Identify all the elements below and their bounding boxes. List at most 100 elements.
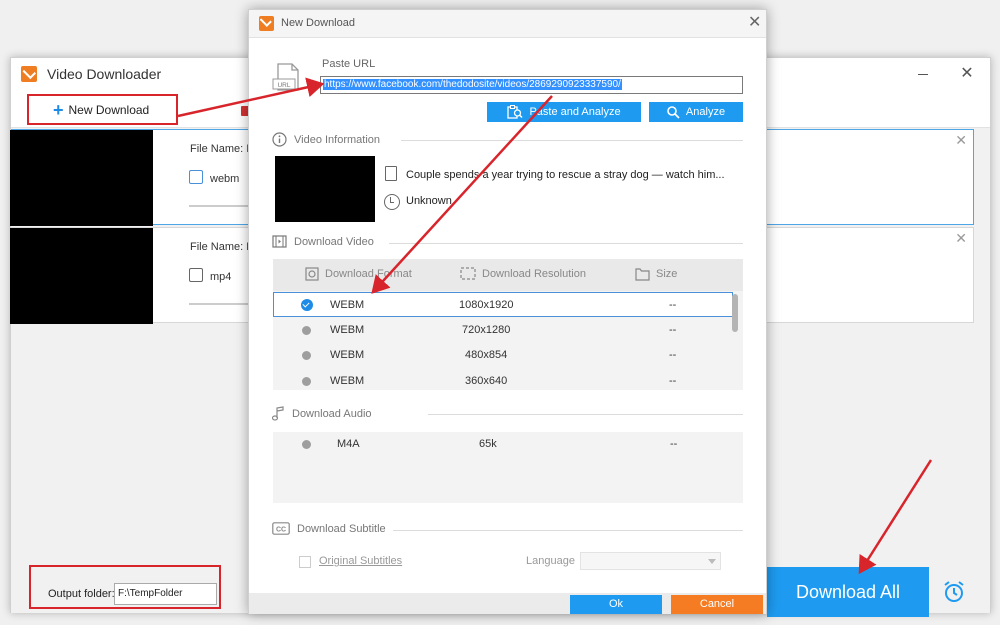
video-title: Couple spends a year trying to rescue a …	[406, 169, 725, 181]
app-close-button[interactable]: ✕	[959, 66, 975, 82]
table-header: Download Format Download Resolution Size	[273, 259, 743, 291]
new-download-dialog: New Download ✕ URL Paste URL https://www…	[248, 9, 767, 614]
section-divider	[428, 414, 743, 415]
audio-format-table: M4A 65k --	[273, 432, 743, 503]
file-name: File Name: H	[190, 241, 255, 253]
video-format-row[interactable]: WEBM 1080x1920 --	[273, 292, 733, 317]
remove-item-close-icon[interactable]: ✕	[955, 132, 967, 149]
language-label: Language	[526, 555, 575, 567]
clock-icon	[384, 194, 400, 210]
video-table-scrollbar[interactable]	[731, 294, 739, 389]
app-title: Video Downloader	[47, 66, 162, 82]
row-resolution: 720x1280	[462, 324, 511, 336]
radio-checked-icon[interactable]	[301, 299, 313, 311]
video-format-row[interactable]: WEBM 480x854 --	[273, 343, 733, 368]
row-size: --	[669, 299, 677, 311]
file-name: File Name: If	[190, 143, 253, 155]
video-duration: Unknown	[406, 195, 452, 207]
video-information-label: Video Information	[294, 133, 381, 146]
dialog-title-bar: New Download ✕	[249, 10, 766, 38]
cancel-button[interactable]: Cancel	[671, 595, 763, 614]
item-format: webm	[210, 173, 240, 185]
section-divider	[389, 243, 743, 244]
app-logo-icon	[21, 66, 37, 82]
url-icon-text: URL	[277, 82, 290, 89]
download-subtitle-header: CC Download Subtitle	[272, 522, 386, 535]
analyze-label: Analyze	[685, 106, 726, 118]
annotation-box-output-folder	[29, 565, 221, 609]
download-audio-label: Download Audio	[292, 407, 372, 420]
download-audio-header: Download Audio	[272, 406, 372, 421]
radio-icon[interactable]	[302, 377, 311, 386]
dialog-footer: Ok Cancel	[249, 593, 766, 614]
row-size: --	[670, 438, 678, 450]
title-document-icon	[385, 166, 397, 181]
remove-item-close-icon[interactable]: ✕	[955, 230, 967, 247]
search-icon	[667, 105, 680, 119]
row-resolution: 360x640	[465, 375, 508, 387]
download-video-label: Download Video	[294, 235, 374, 248]
row-resolution: 1080x1920	[459, 299, 514, 311]
row-format: WEBM	[330, 375, 365, 387]
paste-and-analyze-button[interactable]: Paste and Analyze	[487, 102, 641, 122]
row-size: --	[669, 349, 677, 361]
format-icon	[305, 267, 319, 281]
original-subtitles-checkbox[interactable]	[299, 556, 311, 568]
video-format-row[interactable]: WEBM 720x1280 --	[273, 318, 733, 343]
paste-and-analyze-label: Paste and Analyze	[529, 106, 621, 118]
minimize-button[interactable]	[915, 66, 931, 82]
radio-icon[interactable]	[302, 351, 311, 360]
progress-bar	[189, 205, 249, 207]
video-format-table: Download Format Download Resolution Size…	[273, 259, 743, 390]
dialog-title: New Download	[281, 17, 355, 29]
clipboard-search-icon	[507, 105, 523, 119]
row-size: --	[669, 324, 677, 336]
row-format: M4A	[337, 438, 360, 450]
scrollbar-thumb[interactable]	[732, 294, 738, 332]
ok-button[interactable]: Ok	[570, 595, 662, 614]
analyze-button[interactable]: Analyze	[649, 102, 743, 122]
row-size: --	[669, 375, 677, 387]
column-header-label: Size	[656, 268, 678, 280]
alarm-clock-icon[interactable]	[941, 579, 967, 605]
url-value: https://www.facebook.com/thedodosite/vid…	[323, 79, 622, 90]
section-divider	[401, 140, 743, 141]
video-format-row[interactable]: WEBM 360x640 --	[273, 369, 733, 394]
paste-url-label: Paste URL	[322, 58, 376, 70]
info-icon	[272, 132, 287, 147]
download-subtitle-label: Download Subtitle	[297, 522, 386, 535]
row-bitrate: 65k	[479, 438, 497, 450]
original-subtitles-label[interactable]: Original Subtitles	[319, 555, 402, 567]
film-icon	[272, 235, 287, 248]
video-thumbnail	[10, 228, 153, 324]
file-size-icon	[635, 268, 650, 281]
radio-icon[interactable]	[302, 326, 311, 335]
radio-icon[interactable]	[302, 440, 311, 449]
resolution-icon	[460, 267, 476, 280]
language-select[interactable]	[580, 552, 721, 570]
url-input[interactable]: https://www.facebook.com/thedodosite/vid…	[320, 76, 743, 94]
cc-icon-text: CC	[276, 527, 286, 534]
row-format: WEBM	[330, 299, 365, 311]
video-thumbnail	[10, 130, 153, 226]
download-all-button[interactable]: Download All	[767, 567, 929, 617]
download-video-header: Download Video	[272, 235, 374, 248]
progress-bar	[189, 303, 249, 305]
column-header-label: Download Resolution	[482, 267, 586, 280]
dialog-close-icon[interactable]: ✕	[748, 14, 761, 32]
row-format: WEBM	[330, 324, 365, 336]
section-divider	[393, 530, 743, 531]
column-header-format: Download Format	[305, 267, 412, 281]
row-format: WEBM	[330, 349, 365, 361]
video-information-header: Video Information	[272, 132, 380, 147]
column-header-size: Size	[635, 267, 677, 281]
audio-format-row[interactable]: M4A 65k --	[273, 432, 733, 457]
mp4-format-icon	[189, 268, 203, 282]
webm-format-icon	[189, 170, 203, 184]
closed-captions-icon: CC	[272, 522, 290, 535]
video-info-thumbnail	[275, 156, 375, 222]
music-note-icon	[272, 406, 284, 421]
annotation-box-new-download	[27, 94, 178, 125]
column-header-label: Download Format	[325, 268, 412, 280]
url-document-icon: URL	[272, 63, 299, 91]
